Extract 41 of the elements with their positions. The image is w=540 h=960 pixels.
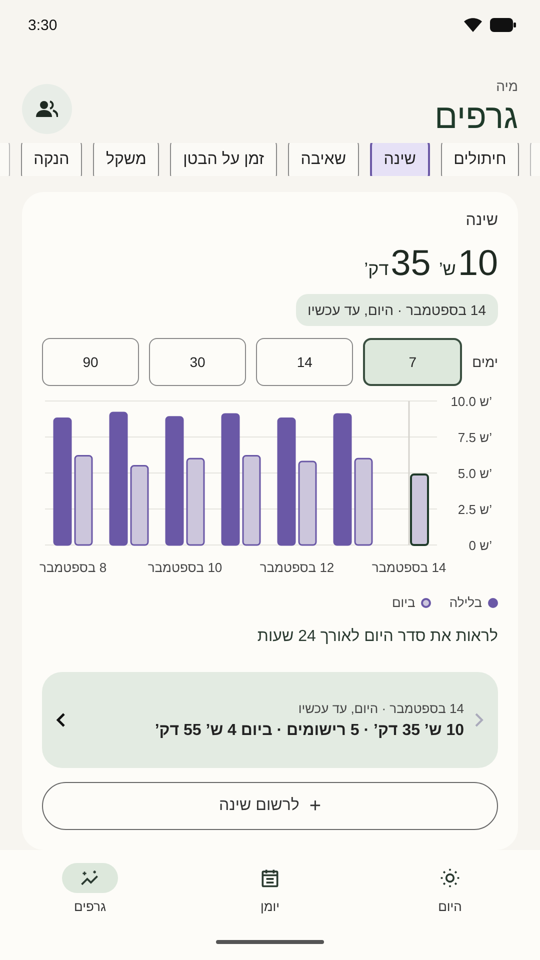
- y-axis-label: 5.0 ש’: [458, 466, 492, 481]
- range-button[interactable]: 14: [256, 338, 354, 386]
- summary-text: 10 ש’ 35 דק’ · 5 רישומים · ביום 4 ש’ 55 דק’: [154, 722, 464, 740]
- filter-chip[interactable]: משקל: [92, 143, 160, 176]
- y-axis-label: 7.5 ש’: [458, 430, 492, 445]
- range-label: ימים: [472, 354, 498, 370]
- y-axis-label: 0 ש’: [468, 538, 492, 553]
- legend-label: ביום: [392, 595, 416, 610]
- legend-label: בלילה: [449, 595, 482, 610]
- summary-date: 14 בספטמבר · היום, עד עכשיו: [297, 700, 464, 716]
- total-unit: ש’: [438, 259, 456, 280]
- status-time: 3:30: [28, 16, 58, 34]
- filter-chip[interactable]: זמן על הבטן: [170, 143, 278, 176]
- nav-label: גרפים: [74, 899, 106, 914]
- total-number: 10: [458, 242, 498, 284]
- filter-chip[interactable]: שינה: [370, 143, 430, 176]
- add-sleep-button[interactable]: + לרשום שינה: [42, 782, 498, 830]
- page-title: גרפים: [434, 98, 518, 137]
- card-label: שינה: [466, 212, 498, 230]
- nav-item[interactable]: גרפים: [40, 862, 140, 940]
- x-axis-label: 12 בספטמבר: [260, 560, 334, 575]
- range-button[interactable]: 7: [363, 338, 462, 386]
- range-button[interactable]: 90: [42, 338, 140, 386]
- nav-label: היום: [438, 899, 462, 914]
- x-axis-label: 14 בספטמבר: [372, 560, 446, 575]
- total-number: 35: [390, 242, 431, 284]
- date-pill: 14 בספטמבר · היום, עד עכשיו: [296, 294, 498, 326]
- filter-chip[interactable]: חיתולים: [440, 143, 520, 176]
- nav-label: יומן: [260, 899, 280, 914]
- day-timeline-link[interactable]: לראות את סדר היום לאורך 24 שעות: [257, 628, 498, 646]
- nav-item[interactable]: יומן: [220, 862, 320, 940]
- range-button[interactable]: 30: [149, 338, 246, 386]
- nav-item[interactable]: היום: [400, 862, 500, 940]
- filter-chip[interactable]: הנקה: [20, 143, 82, 176]
- y-axis-label: 10.0 ש’: [450, 394, 492, 409]
- total-unit: דק’: [364, 259, 389, 280]
- x-axis-label: 8 בספטמבר: [39, 560, 107, 575]
- y-axis-label: 2.5 ש’: [458, 502, 492, 517]
- profile-name: מיה: [495, 78, 518, 94]
- x-axis-label: 10 בספטמבר: [148, 560, 222, 575]
- filter-chip[interactable]: שאיבה: [288, 143, 360, 176]
